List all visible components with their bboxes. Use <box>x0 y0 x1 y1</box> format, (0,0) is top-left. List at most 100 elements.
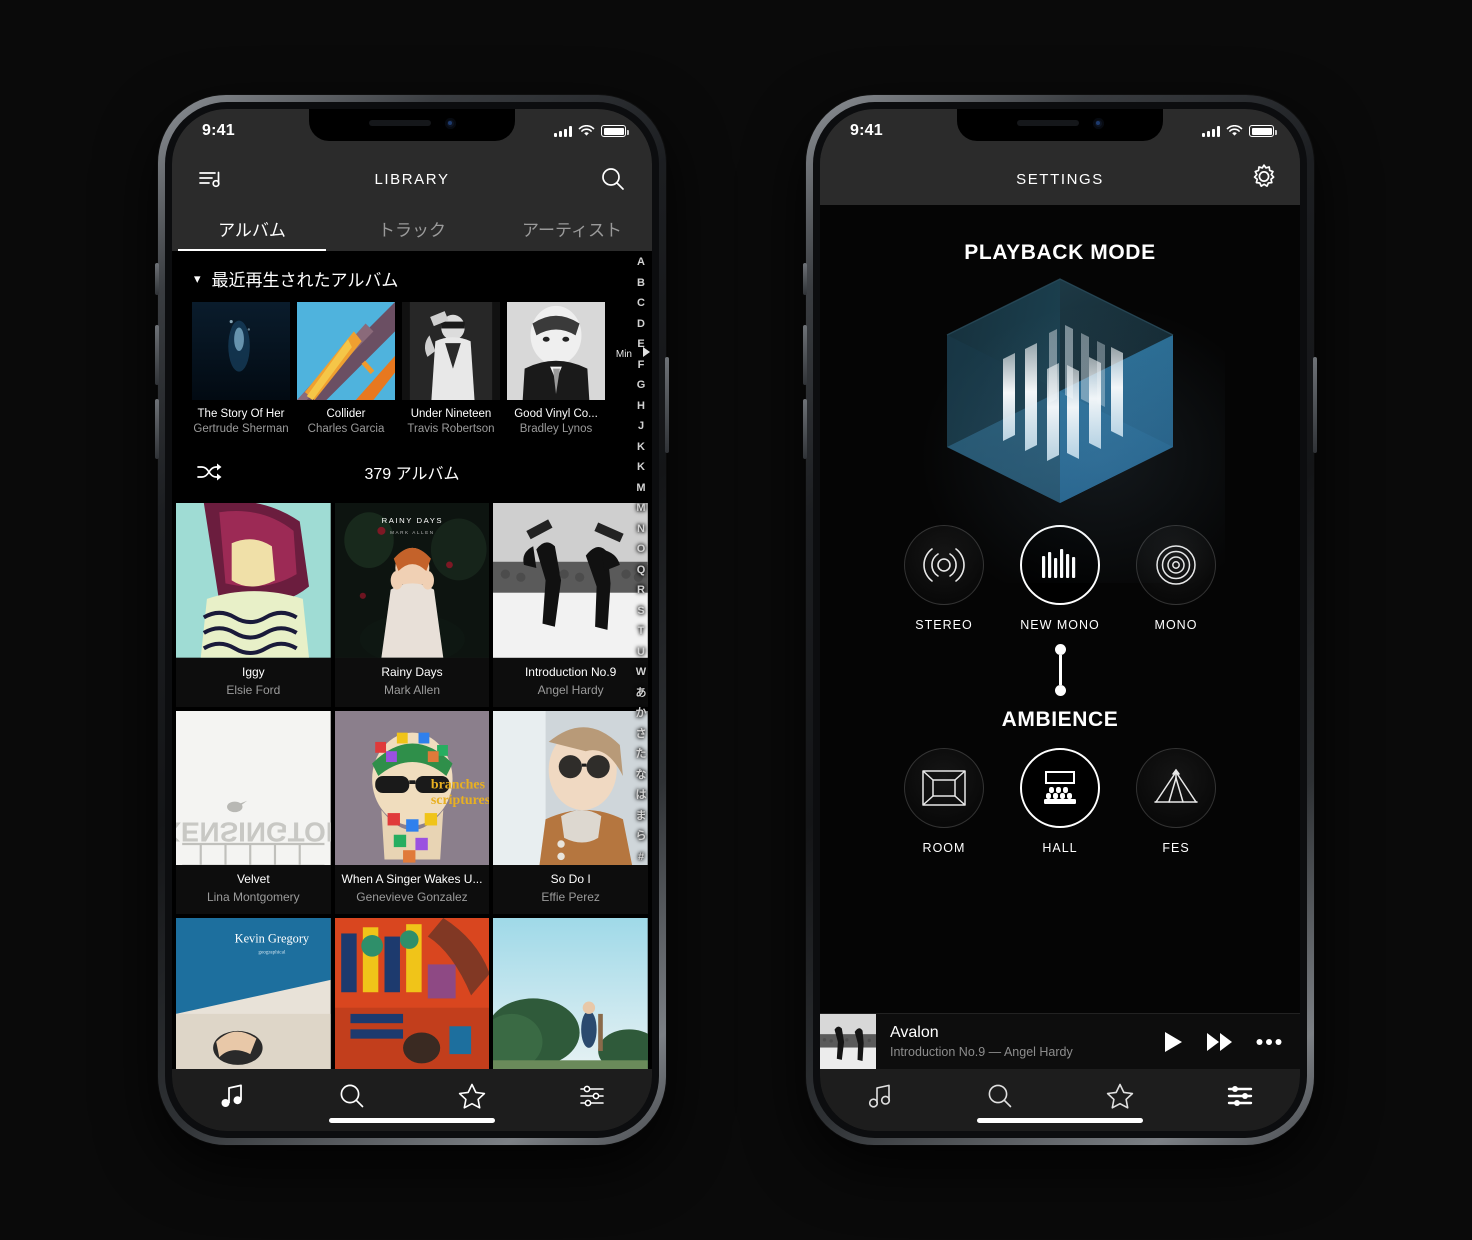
wifi-icon <box>1226 125 1243 136</box>
power-button[interactable] <box>665 357 669 453</box>
album-cell[interactable]: branches scriptures When A Singer Wakes … <box>334 710 490 915</box>
playlist-music-icon[interactable] <box>196 164 226 194</box>
tab-search[interactable] <box>330 1079 374 1113</box>
earpiece-speaker <box>368 120 431 126</box>
scrubber-letter: M <box>636 481 646 494</box>
album-title: Introduction No.9 <box>524 664 617 679</box>
recently-played-header[interactable]: ▾ 最近再生されたアルバム <box>172 251 652 302</box>
tab-settings[interactable] <box>1218 1079 1262 1113</box>
play-icon[interactable] <box>1162 1030 1184 1054</box>
scrubber-letter: K <box>637 440 645 453</box>
fast-forward-icon[interactable] <box>1206 1031 1234 1053</box>
tab-search[interactable] <box>978 1079 1022 1113</box>
power-button[interactable] <box>1313 357 1317 453</box>
hero-glow <box>895 283 1225 583</box>
scrubber-letter: ら <box>635 830 647 842</box>
notch <box>957 109 1163 141</box>
volume-down-button[interactable] <box>803 399 807 459</box>
album-cell[interactable]: Iggy Elsie Ford <box>176 503 331 707</box>
album-cell[interactable]: So Do I Effie Perez <box>493 710 648 915</box>
svg-text:Kevin Gregory: Kevin Gregory <box>235 932 310 946</box>
recently-played-row: The Story Of Her Gertrude Sherman Collid… <box>172 302 652 435</box>
album-cell[interactable] <box>493 918 648 1069</box>
connector-line <box>1058 655 1062 685</box>
home-indicator[interactable] <box>977 1118 1143 1123</box>
album-artwork <box>507 302 605 400</box>
tab-artists[interactable]: アーティスト <box>492 205 652 251</box>
ambience-option-fes[interactable]: FES <box>1133 748 1219 855</box>
album-cell[interactable]: KENSINGTON <box>176 710 331 915</box>
scrubber-letter: M <box>636 502 646 514</box>
album-title: The Story Of Her <box>197 408 285 420</box>
album-meta: Rainy Days Mark Allen <box>334 657 490 707</box>
scrubber-letter: D <box>637 317 645 330</box>
svg-text:geographical: geographical <box>258 950 286 956</box>
home-indicator[interactable] <box>329 1118 495 1123</box>
settings-screen: 9:41 SETTINGS PLAYBACK MODE STEREO NEW M… <box>820 109 1300 1131</box>
volume-down-button[interactable] <box>155 399 159 459</box>
svg-text:scriptures: scriptures <box>431 792 490 807</box>
album-cell[interactable] <box>334 918 490 1069</box>
tab-tracks[interactable]: トラック <box>332 205 492 251</box>
scrubber-letter: た <box>635 748 647 760</box>
index-scrubber[interactable]: A B C D E F G H J K K M M N O Q R S T U … <box>630 251 652 1069</box>
search-icon[interactable] <box>598 164 628 194</box>
play-triangle-icon <box>643 347 650 357</box>
scrubber-letter: あ <box>635 686 647 699</box>
recent-album-item[interactable]: Under Nineteen Travis Robertson <box>402 302 500 435</box>
svg-text:branches: branches <box>431 777 486 792</box>
album-artwork: RAINY DAYS MARK ALLEN <box>334 503 490 658</box>
album-title: Velvet <box>236 872 270 887</box>
album-meta: Introduction No.9 Angel Hardy <box>493 657 648 707</box>
album-artwork <box>402 302 500 400</box>
page-title: LIBRARY <box>374 170 450 188</box>
library-navbar: LIBRARY <box>172 153 652 205</box>
library-tabs: アルバム トラック アーティスト <box>172 205 652 251</box>
svg-text:KENSINGTON: KENSINGTON <box>176 816 331 847</box>
album-cell[interactable]: Kevin Gregory geographical <box>176 918 331 1069</box>
album-artwork <box>192 302 290 400</box>
scrubber-letter: O <box>636 543 646 555</box>
album-artwork <box>493 503 648 658</box>
tab-favorites[interactable] <box>1098 1079 1142 1113</box>
mute-switch[interactable] <box>155 263 159 295</box>
now-playing-controls <box>1144 1030 1300 1054</box>
cellular-bars-icon <box>554 125 572 137</box>
now-playing-bar[interactable]: Avalon Introduction No.9 — Angel Hardy <box>820 1013 1300 1069</box>
album-artist: Angel Hardy <box>537 682 604 697</box>
mute-switch[interactable] <box>803 263 807 295</box>
ambience-ring <box>1136 748 1216 828</box>
more-dots-icon[interactable] <box>1256 1038 1282 1046</box>
playback-mode-title: PLAYBACK MODE <box>964 241 1156 264</box>
scrubber-letter: A <box>637 256 645 268</box>
album-artist: Gertrude Sherman <box>193 423 289 435</box>
scrubber-letter: T <box>637 625 645 637</box>
tab-music[interactable] <box>858 1079 902 1113</box>
ambience-ring-selected <box>1020 748 1100 828</box>
album-cell[interactable]: Introduction No.9 Angel Hardy <box>493 503 648 707</box>
scrubber-letter: J <box>637 420 645 432</box>
album-cell[interactable]: RAINY DAYS MARK ALLEN Rainy Days Mark Al… <box>334 503 490 707</box>
recent-album-item[interactable]: The Story Of Her Gertrude Sherman <box>192 302 290 435</box>
tab-favorites[interactable] <box>450 1079 494 1113</box>
album-artwork <box>493 918 648 1069</box>
recent-album-item[interactable]: Good Vinyl Co... Bradley Lynos <box>507 302 605 435</box>
connector-dot-bottom <box>1054 685 1066 696</box>
scrubber-marker: Min <box>616 349 632 360</box>
recent-album-item[interactable]: Collider Charles Garcia <box>297 302 395 435</box>
ambience-label: ROOM <box>922 841 966 855</box>
gear-icon[interactable] <box>1250 163 1278 196</box>
ambience-option-hall[interactable]: HALL <box>1017 748 1103 855</box>
volume-up-button[interactable] <box>803 325 807 385</box>
ambience-title: AMBIENCE <box>1001 708 1119 731</box>
svg-text:MARK ALLEN: MARK ALLEN <box>390 530 435 535</box>
ambience-option-room[interactable]: ROOM <box>901 748 987 855</box>
volume-up-button[interactable] <box>155 325 159 385</box>
tab-settings[interactable] <box>570 1079 614 1113</box>
album-meta: Velvet Lina Montgomery <box>176 865 331 915</box>
screenshot-stage: 9:41 LIBRARY アルバム トラック アーティスト ▾ 最近再生されたア… <box>0 0 1472 1240</box>
album-artist: Lina Montgomery <box>206 890 300 905</box>
tab-albums[interactable]: アルバム <box>172 205 332 251</box>
tab-music[interactable] <box>210 1079 254 1113</box>
scrubber-letter: G <box>636 379 646 391</box>
